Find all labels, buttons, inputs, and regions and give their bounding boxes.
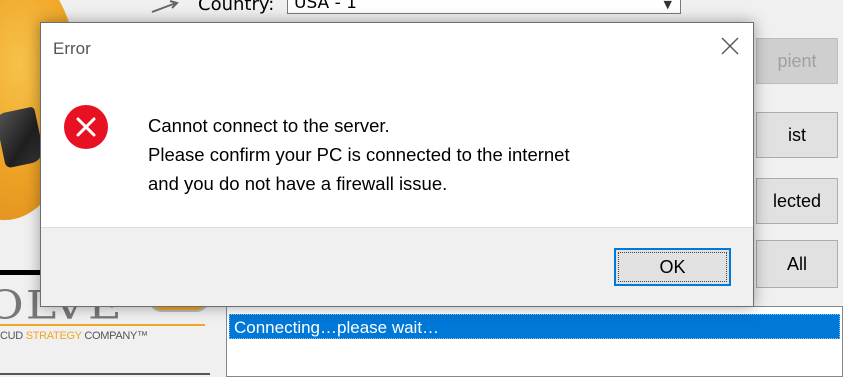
- dialog-title: Error: [53, 39, 91, 58]
- add-recipient-button[interactable]: pient: [756, 38, 838, 84]
- error-dialog: Error Cannot connect to the server. Plea…: [40, 22, 754, 307]
- dialog-footer: OK: [41, 227, 753, 306]
- logo-tagline: CUD STRATEGY COMPANY™: [0, 330, 148, 342]
- close-button[interactable]: [713, 31, 747, 61]
- message-line: and you do not have a firewall issue.: [148, 173, 448, 194]
- arrow-icon: [151, 0, 179, 13]
- list-item[interactable]: Connecting…please wait…: [229, 314, 840, 339]
- selected-button[interactable]: lected: [756, 178, 838, 224]
- divider: [0, 373, 210, 375]
- close-icon: [721, 37, 739, 55]
- error-message: Cannot connect to the server. Please con…: [148, 111, 570, 198]
- country-label: Country:: [198, 0, 275, 15]
- ok-button[interactable]: OK: [614, 248, 731, 286]
- error-x-circle-icon: [64, 105, 108, 149]
- country-value: USA - 1: [294, 0, 357, 13]
- all-button[interactable]: All: [756, 240, 838, 288]
- message-line: Cannot connect to the server.: [148, 115, 390, 136]
- status-list[interactable]: Connecting…please wait…: [226, 306, 843, 377]
- country-dropdown[interactable]: USA - 1 ▼: [287, 0, 681, 14]
- chevron-down-icon: ▼: [663, 0, 672, 11]
- list-button[interactable]: ist: [756, 112, 838, 158]
- message-line: Please confirm your PC is connected to t…: [148, 144, 570, 165]
